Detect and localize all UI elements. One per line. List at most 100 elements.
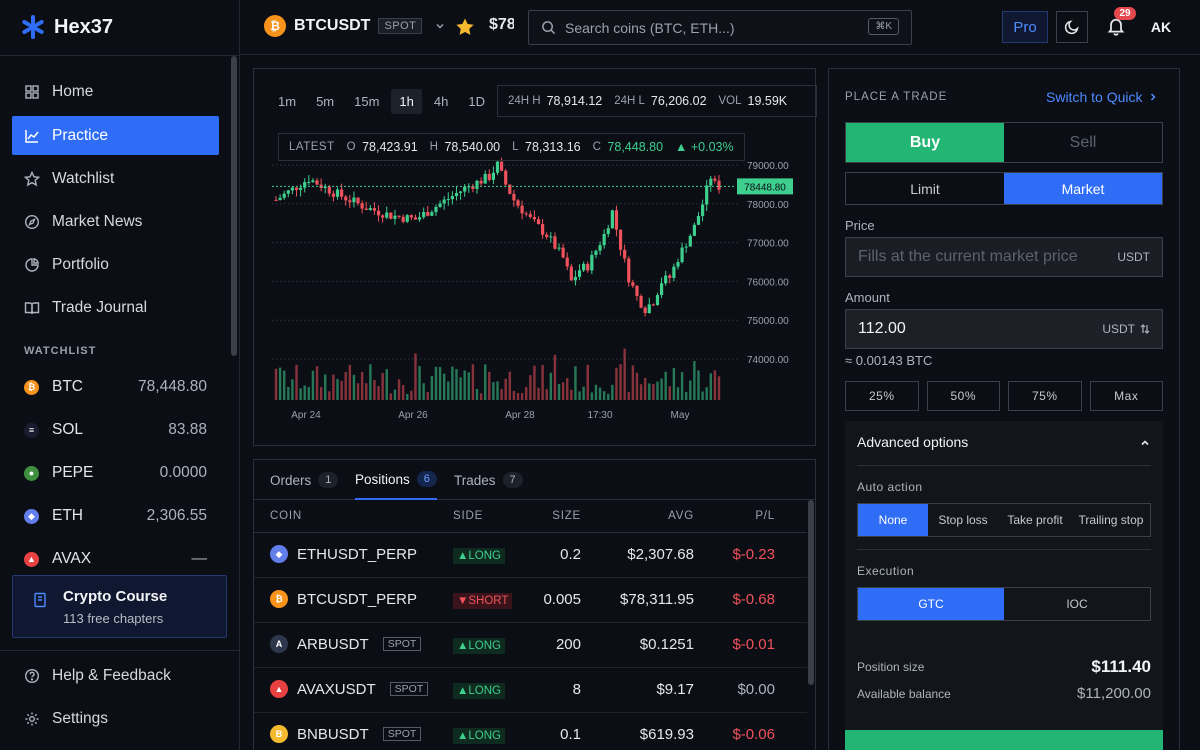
buy-button[interactable]: Buy [846, 123, 1004, 162]
timeframe-15m-button[interactable]: 15m [346, 89, 387, 114]
watchlist-item-sol[interactable]: ≡ SOL 83.88 [24, 418, 207, 442]
tab-orders[interactable]: Orders 1 [270, 460, 339, 500]
notification-count-badge: 29 [1114, 7, 1136, 20]
coin-search[interactable]: ⌘K [528, 10, 912, 45]
auto-take-profit-option[interactable]: Take profit [998, 504, 1072, 536]
low-value: 78,313.16 [525, 140, 581, 154]
amount-input[interactable] [858, 320, 1088, 338]
table-row[interactable]: B BNBUSDT SPOT ▲LONG 0.1 $619.93 $-0.06 [254, 713, 807, 750]
volume-bar [639, 384, 643, 400]
candle-body [586, 263, 590, 271]
advanced-options-toggle[interactable]: Advanced options [857, 434, 968, 450]
tab-count: 7 [502, 472, 523, 488]
side-badge: ▲LONG [453, 638, 505, 654]
sidebar-item-market-news[interactable]: Market News [12, 202, 219, 241]
search-input[interactable] [565, 19, 855, 36]
logo[interactable]: Hex37 [20, 12, 113, 42]
available-balance-value: $11,200.00 [1077, 685, 1151, 702]
volume-bar [414, 353, 417, 400]
volume-bar [492, 382, 495, 400]
candle-body [331, 193, 336, 197]
crypto-course-card[interactable]: Crypto Course 113 free chapters [12, 575, 227, 638]
theme-toggle-button[interactable] [1056, 11, 1088, 43]
percent-25-button[interactable]: 25% [845, 381, 919, 411]
volume-bar [463, 370, 466, 400]
avg-cell: $9.17 [656, 681, 694, 698]
avax-coin-icon: ▲ [24, 551, 39, 567]
search-icon [542, 21, 556, 35]
sidebar-divider [0, 650, 240, 651]
avatar[interactable]: AK [1145, 11, 1177, 43]
candle-body [582, 263, 586, 271]
timeframe-1h-button[interactable]: 1h [391, 89, 422, 114]
sidebar-item-trade-journal[interactable]: Trade Journal [12, 288, 219, 327]
positions-scrollbar[interactable] [808, 500, 814, 685]
sidebar-item-watchlist[interactable]: Watchlist [12, 159, 219, 198]
price-input[interactable] [858, 248, 1088, 266]
price-field[interactable]: USDT [845, 237, 1163, 277]
timeframe-4h-button[interactable]: 4h [426, 89, 456, 114]
sidebar-item-settings[interactable]: Settings [12, 699, 219, 738]
price-chart[interactable]: 79000.00 78000.00 77000.00 76000.00 75000.00… [254, 69, 815, 445]
tab-positions[interactable]: Positions 6 [355, 460, 437, 500]
table-row[interactable]: ▲ AVAXUSDT SPOT ▲LONG 8 $9.17 $0.00 [254, 668, 807, 713]
limit-button[interactable]: Limit [846, 173, 1004, 204]
volume-bar [549, 372, 553, 400]
auto-none-option[interactable]: None [858, 504, 928, 536]
auto-stop-loss-option[interactable]: Stop loss [928, 504, 998, 536]
high-24h-value: 78,914.12 [546, 94, 603, 108]
favorite-star-icon[interactable] [455, 17, 475, 37]
sidebar-item-practice[interactable]: Practice [12, 116, 219, 155]
table-row[interactable]: ₿ BTCUSDT_PERP ▼SHORT 0.005 $78,311.95 $-0.68 [254, 578, 807, 623]
sidebar: Hex37 Home Practice Watchlist Market New… [0, 0, 240, 750]
watchlist-item-avax[interactable]: ▲ AVAX — [24, 547, 207, 571]
amount-unit-switch[interactable]: USDT [1102, 322, 1150, 336]
watchlist-item-btc[interactable]: ₿ BTC 78,448.80 [24, 375, 207, 399]
pair-selector[interactable]: ₿ BTCUSDT SPOT [264, 15, 446, 37]
watchlist-symbol: AVAX [52, 550, 92, 567]
candle-body [426, 211, 430, 216]
pro-button[interactable]: Pro [1002, 11, 1048, 43]
sidebar-item-portfolio[interactable]: Portfolio [12, 245, 219, 284]
advanced-options: Advanced options Auto action None Stop l… [845, 421, 1163, 747]
sidebar-item-home[interactable]: Home [12, 72, 219, 111]
percent-50-button[interactable]: 50% [926, 381, 1000, 411]
tab-trades[interactable]: Trades 7 [454, 460, 523, 500]
sell-button[interactable]: Sell [1004, 123, 1162, 162]
submit-order-button[interactable] [845, 730, 1163, 750]
watchlist-item-eth[interactable]: ◆ ETH 2,306.55 [24, 504, 207, 528]
timeframe-5m-button[interactable]: 5m [308, 89, 342, 114]
sidebar-scrollbar[interactable] [231, 56, 237, 356]
volume-bar [385, 369, 388, 400]
sidebar-item-label: Practice [52, 126, 108, 144]
coin-icon: ▲ [270, 680, 288, 698]
sidebar-item-label: Help & Feedback [52, 666, 171, 684]
exec-ioc-option[interactable]: IOC [1004, 588, 1150, 620]
table-row[interactable]: A ARBUSDT SPOT ▲LONG 200 $0.1251 $-0.01 [254, 623, 807, 668]
candle-body [647, 304, 651, 314]
avg-cell: $78,311.95 [620, 591, 694, 608]
table-row[interactable]: ◆ ETHUSDT_PERP ▲LONG 0.2 $2,307.68 $-0.23 [254, 533, 807, 578]
switch-to-quick-link[interactable]: Switch to Quick [1046, 89, 1158, 105]
volume-bar [652, 384, 655, 400]
percent-75-button[interactable]: 75% [1008, 381, 1082, 411]
x-tick-label: 17:30 [587, 410, 612, 421]
auto-trailing-stop-option[interactable]: Trailing stop [1072, 504, 1150, 536]
watchlist-item-pepe[interactable]: ● PEPE 0.0000 [24, 461, 207, 485]
candle-body [303, 182, 307, 188]
candle-body [442, 199, 446, 204]
star-icon [24, 170, 40, 186]
timeframe-1d-button[interactable]: 1D [460, 89, 493, 114]
volume-bar [422, 383, 425, 400]
sidebar-item-help[interactable]: Help & Feedback [12, 656, 219, 695]
chevron-up-icon[interactable] [1139, 437, 1151, 449]
amount-field[interactable]: USDT [845, 309, 1163, 349]
exec-gtc-option[interactable]: GTC [858, 588, 1004, 620]
volume-bar [713, 370, 717, 400]
coin-cell: A ARBUSDT SPOT [270, 635, 422, 653]
timeframe-1m-button[interactable]: 1m [270, 89, 304, 114]
volume-bar [594, 384, 598, 400]
coin-symbol: BTCUSDT_PERP [297, 590, 418, 608]
max-button[interactable]: Max [1089, 381, 1163, 411]
market-button[interactable]: Market [1004, 173, 1162, 204]
